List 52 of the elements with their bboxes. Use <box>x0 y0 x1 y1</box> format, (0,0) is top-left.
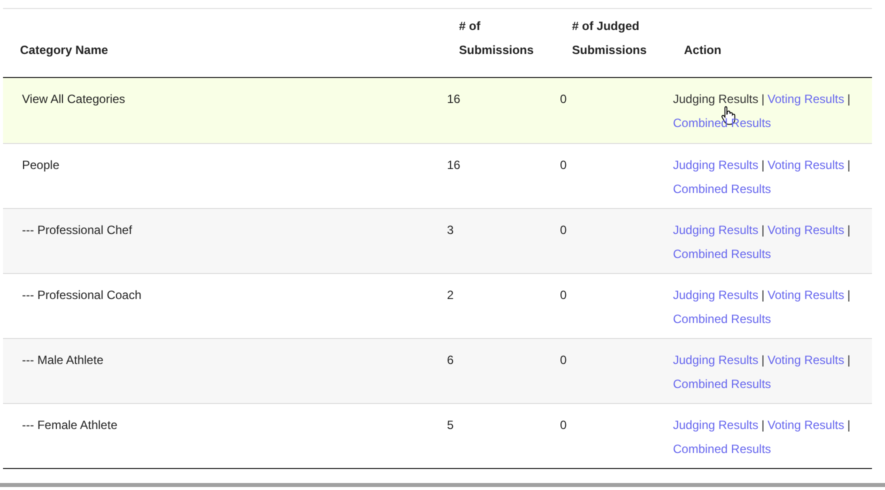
category-name: View All Categories <box>21 91 126 108</box>
separator: | <box>847 353 850 367</box>
results-link[interactable]: Judging Results <box>673 288 758 302</box>
results-link[interactable]: Combined Results <box>673 247 772 261</box>
category-name: --- Male Athlete <box>21 352 104 369</box>
judged-count: 0 <box>560 222 567 239</box>
submission-count: 5 <box>447 417 454 434</box>
submission-count: 16 <box>447 157 460 174</box>
results-link[interactable]: Voting Results <box>768 418 844 432</box>
separator: | <box>847 158 850 172</box>
judged-count: 0 <box>560 352 567 369</box>
separator: | <box>761 288 765 302</box>
results-link[interactable]: Judging Results <box>673 92 758 106</box>
separator: | <box>847 288 850 302</box>
column-header: Action <box>683 42 722 59</box>
results-link[interactable]: Judging Results <box>673 418 758 432</box>
results-link[interactable]: Voting Results <box>768 92 844 106</box>
results-link[interactable]: Combined Results <box>673 312 772 326</box>
results-link[interactable]: Voting Results <box>768 158 844 172</box>
judged-count: 0 <box>560 287 567 304</box>
results-link[interactable]: Combined Results <box>673 377 772 391</box>
submission-count: 6 <box>447 352 454 369</box>
judged-count: 0 <box>560 91 567 108</box>
separator: | <box>761 92 765 106</box>
results-link[interactable]: Combined Results <box>673 116 772 130</box>
category-name: --- Professional Coach <box>21 287 142 304</box>
judged-count: 0 <box>560 417 567 434</box>
category-name: People <box>21 157 60 174</box>
separator: | <box>761 158 765 172</box>
submission-count: 3 <box>447 222 454 239</box>
results-link[interactable]: Voting Results <box>768 223 844 237</box>
results-link[interactable]: Judging Results <box>673 353 758 367</box>
separator: | <box>847 418 850 432</box>
results-link[interactable]: Voting Results <box>768 353 844 367</box>
judged-count: 0 <box>560 157 567 174</box>
results-link[interactable]: Combined Results <box>673 182 772 196</box>
results-link[interactable]: Combined Results <box>673 442 772 456</box>
results-link[interactable]: Voting Results <box>768 288 844 302</box>
submission-count: 16 <box>447 91 460 108</box>
separator: | <box>761 223 765 237</box>
separator: | <box>847 223 850 237</box>
column-header: # of Judged Submissions <box>571 18 648 59</box>
separator: | <box>761 418 765 432</box>
category-name: --- Professional Chef <box>21 222 132 239</box>
column-header: Category Name <box>19 42 110 59</box>
column-header: # of Submissions <box>458 18 535 59</box>
results-link[interactable]: Judging Results <box>673 158 758 172</box>
separator: | <box>761 353 765 367</box>
separator: | <box>847 92 850 106</box>
category-name: --- Female Athlete <box>21 417 118 434</box>
submission-count: 2 <box>447 287 454 304</box>
results-link[interactable]: Judging Results <box>673 223 758 237</box>
